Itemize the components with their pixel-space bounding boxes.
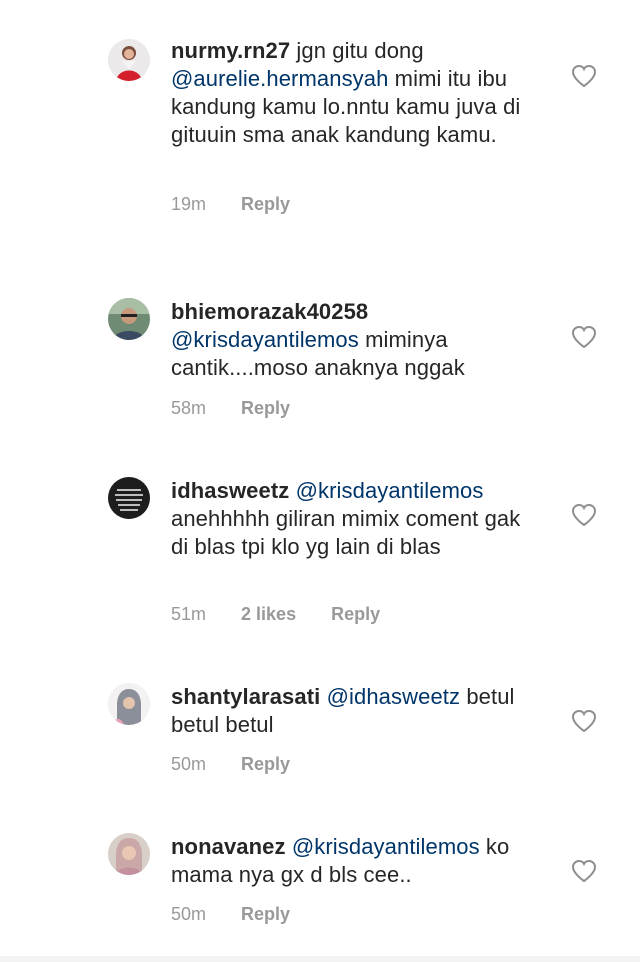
comment-time: 58m <box>171 398 207 418</box>
heart-outline-icon[interactable] <box>571 859 597 883</box>
comment-text: shantylarasati @idhasweetz betul betul b… <box>171 683 543 739</box>
comment-username[interactable]: idhasweetz <box>171 478 289 503</box>
comment-username[interactable]: bhiemorazak40258 <box>171 299 368 324</box>
comment-meta: 50m Reply <box>171 753 290 775</box>
comment-text: nurmy.rn27 jgn gitu dong @aurelie.herman… <box>171 37 543 149</box>
avatar[interactable] <box>108 39 150 81</box>
avatar[interactable] <box>108 833 150 875</box>
comment-meta: 51m 2 likes Reply <box>171 603 380 625</box>
avatar[interactable] <box>108 683 150 725</box>
comment-time: 51m <box>171 604 207 624</box>
reply-button[interactable]: Reply <box>241 193 290 215</box>
comment-mention[interactable]: @idhasweetz <box>327 684 461 709</box>
reply-button[interactable]: Reply <box>241 397 290 419</box>
comment-body: anehhhhh giliran mimix coment gak di bla… <box>171 506 521 559</box>
heart-outline-icon[interactable] <box>571 709 597 733</box>
heart-outline-icon[interactable] <box>571 325 597 349</box>
reply-button[interactable]: Reply <box>331 603 380 625</box>
comment-meta: 58m Reply <box>171 397 290 419</box>
comment-mention[interactable]: @aurelie.hermansyah <box>171 66 388 91</box>
heart-outline-icon[interactable] <box>571 64 597 88</box>
avatar[interactable] <box>108 477 150 519</box>
reply-button[interactable]: Reply <box>241 903 290 925</box>
avatar[interactable] <box>108 298 150 340</box>
comment-text: nonavanez @krisdayantilemos ko mama nya … <box>171 833 543 889</box>
comment-mention[interactable]: @krisdayantilemos <box>292 834 480 859</box>
comment-meta: 50m Reply <box>171 903 290 925</box>
comment-time: 50m <box>171 754 207 774</box>
comment-username[interactable]: nonavanez <box>171 834 286 859</box>
comment-time: 50m <box>171 904 207 924</box>
comment-mention[interactable]: @krisdayantilemos <box>171 327 359 352</box>
heart-outline-icon[interactable] <box>571 503 597 527</box>
comment-text: idhasweetz @krisdayantilemos anehhhhh gi… <box>171 477 543 561</box>
comment-meta: 19m Reply <box>171 193 290 215</box>
comment-body: jgn gitu dong <box>296 38 424 63</box>
comment-username[interactable]: nurmy.rn27 <box>171 38 290 63</box>
comment-mention[interactable]: @krisdayantilemos <box>296 478 484 503</box>
comment-time: 19m <box>171 194 207 214</box>
comment-text: bhiemorazak40258 @krisdayantilemos mimin… <box>171 298 543 382</box>
comment-username[interactable]: shantylarasati <box>171 684 320 709</box>
reply-button[interactable]: Reply <box>241 753 290 775</box>
bottom-divider <box>0 956 640 962</box>
likes-count[interactable]: 2 likes <box>241 603 296 625</box>
